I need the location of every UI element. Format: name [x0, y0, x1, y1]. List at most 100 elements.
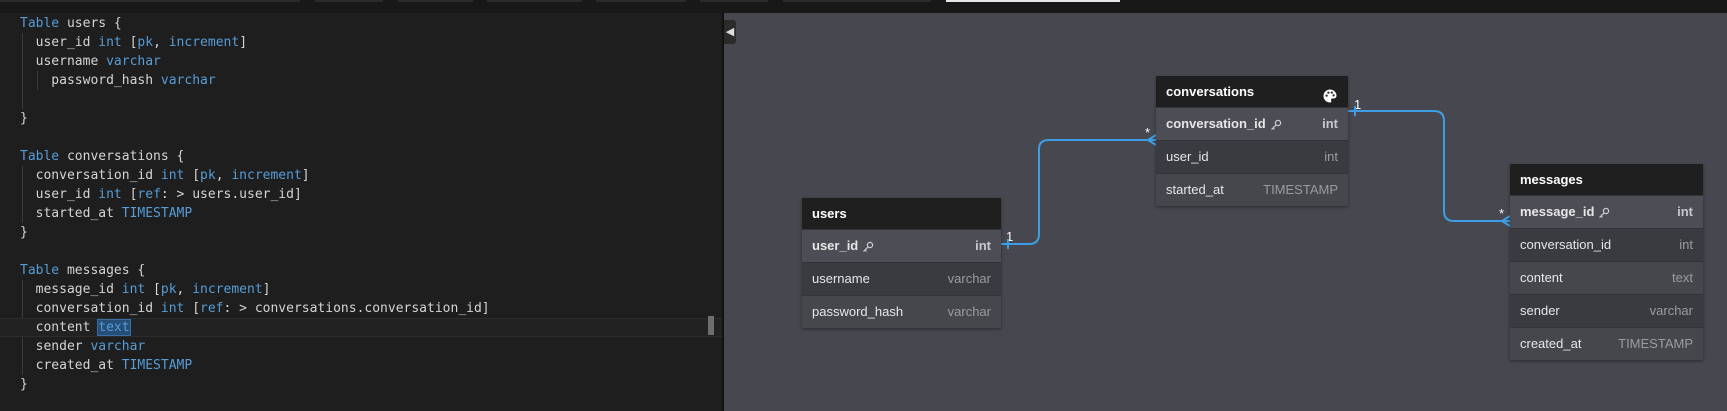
code-token: varchar — [106, 54, 161, 69]
key-icon — [858, 238, 874, 253]
code-line[interactable]: user_id int [pk, increment] — [0, 33, 732, 52]
code-token: ] — [262, 282, 271, 297]
tab[interactable] — [700, 0, 768, 2]
field-row[interactable]: sender varchar — [1510, 294, 1703, 327]
table-name: users — [812, 206, 847, 221]
code-token: : > users.user_id] — [160, 187, 302, 202]
code-line[interactable]: } — [0, 109, 732, 128]
key-icon — [1594, 204, 1610, 219]
code-token: int — [98, 187, 122, 202]
relation-line-users-conversations[interactable] — [1001, 139, 1156, 245]
code-line[interactable]: Table messages { — [0, 261, 732, 280]
code-token: user_id — [20, 187, 99, 202]
cardinality-label: * — [1145, 125, 1150, 140]
field-row[interactable]: user_id int — [802, 229, 1001, 262]
code-line[interactable]: created_at TIMESTAMP — [0, 356, 732, 375]
table-messages[interactable]: messages message_id int conversation_id int c… — [1510, 164, 1703, 360]
code-token: pk — [160, 282, 177, 297]
code-editor[interactable]: Table users { user_id int [pk, increment… — [0, 13, 732, 411]
table-users[interactable]: users user_id int username varchar password_h… — [802, 198, 1001, 328]
field-row[interactable]: user_id int — [1156, 140, 1348, 173]
field-name: created_at — [1520, 336, 1582, 351]
code-line[interactable] — [0, 90, 732, 109]
code-token: int — [98, 35, 122, 50]
code-token: int — [121, 282, 146, 297]
field-row[interactable]: message_id int — [1510, 195, 1703, 228]
field-name: user_id — [812, 238, 859, 253]
code-token: , — [153, 35, 169, 50]
tab[interactable] — [398, 0, 473, 2]
code-token: ] — [239, 35, 248, 50]
chevron-left-icon[interactable]: ◀ — [724, 20, 736, 44]
palette-icon[interactable] — [1322, 84, 1338, 103]
field-name: sender — [1520, 303, 1560, 318]
field-type: text — [1672, 270, 1693, 285]
field-type: int — [1677, 204, 1693, 219]
code-token: } — [20, 377, 28, 392]
tab[interactable] — [0, 0, 300, 2]
field-name: username — [812, 271, 870, 286]
code-line[interactable]: } — [0, 375, 732, 394]
relation-line-conversations-messages[interactable] — [1348, 110, 1510, 222]
field-type: int — [1324, 149, 1338, 164]
code-line[interactable]: username varchar — [0, 52, 732, 71]
code-token: text — [97, 319, 131, 336]
tab[interactable] — [487, 0, 582, 2]
tab[interactable] — [783, 0, 931, 2]
field-row[interactable]: created_at TIMESTAMP — [1510, 327, 1703, 360]
code-token: } — [20, 111, 28, 126]
table-header[interactable]: users — [802, 198, 1001, 229]
code-token: [ — [121, 35, 138, 50]
code-token: sender — [20, 339, 91, 354]
code-line[interactable]: Table users { — [0, 14, 732, 33]
field-name: conversation_id — [1166, 116, 1266, 131]
field-name: password_hash — [812, 304, 904, 319]
code-token: conversation_id — [20, 168, 161, 183]
code-line[interactable]: conversation_id int [pk, increment] — [0, 166, 732, 185]
tab[interactable] — [315, 0, 383, 2]
code-line[interactable]: user_id int [ref: > users.user_id] — [0, 185, 732, 204]
code-line[interactable]: started_at TIMESTAMP — [0, 204, 732, 223]
code-token: , — [215, 168, 232, 183]
field-row[interactable]: conversation_id int — [1510, 228, 1703, 261]
code-token: varchar — [90, 339, 146, 354]
field-name: started_at — [1166, 182, 1224, 197]
code-token: TIMESTAMP — [121, 206, 193, 221]
diagram-canvas[interactable]: 1 * 1 * users user_id int username varchar passw… — [724, 13, 1727, 411]
code-line[interactable]: conversation_id int [ref: > conversation… — [0, 299, 732, 318]
table-name: conversations — [1166, 84, 1255, 99]
table-conversations[interactable]: conversations conversation_id int user_id in… — [1156, 76, 1348, 206]
code-line[interactable]: } — [0, 223, 732, 242]
code-token: ref — [137, 187, 161, 202]
tab-active[interactable] — [946, 0, 1120, 2]
code-token: Table — [20, 16, 60, 31]
code-token: } — [20, 225, 28, 240]
field-name: content — [1520, 270, 1563, 285]
field-row[interactable]: conversation_id int — [1156, 107, 1348, 140]
field-name: conversation_id — [1520, 237, 1612, 252]
field-row[interactable]: started_at TIMESTAMP — [1156, 173, 1348, 206]
code-token: message_id — [20, 282, 122, 297]
code-token: TIMESTAMP — [121, 358, 193, 373]
code-line[interactable] — [0, 242, 732, 261]
code-line[interactable]: password_hash varchar — [0, 71, 732, 90]
code-line[interactable] — [0, 128, 732, 147]
code-token: Table — [20, 149, 60, 164]
code-line[interactable]: content text — [0, 318, 732, 337]
code-line[interactable]: sender varchar — [0, 337, 732, 356]
field-row[interactable]: password_hash varchar — [802, 295, 1001, 328]
code-token: Table — [20, 263, 60, 278]
field-row[interactable]: username varchar — [802, 262, 1001, 295]
code-token: pk — [200, 168, 216, 183]
text-cursor — [708, 316, 714, 335]
code-token: messages { — [59, 263, 146, 278]
field-type: varchar — [947, 271, 991, 286]
code-line[interactable]: Table conversations { — [0, 147, 732, 166]
tab[interactable] — [596, 0, 686, 2]
code-token: int — [160, 301, 185, 316]
field-type: int — [975, 238, 991, 253]
field-row[interactable]: content text — [1510, 261, 1703, 294]
table-header[interactable]: conversations — [1156, 76, 1348, 107]
code-line[interactable]: message_id int [pk, increment] — [0, 280, 732, 299]
table-header[interactable]: messages — [1510, 164, 1703, 195]
